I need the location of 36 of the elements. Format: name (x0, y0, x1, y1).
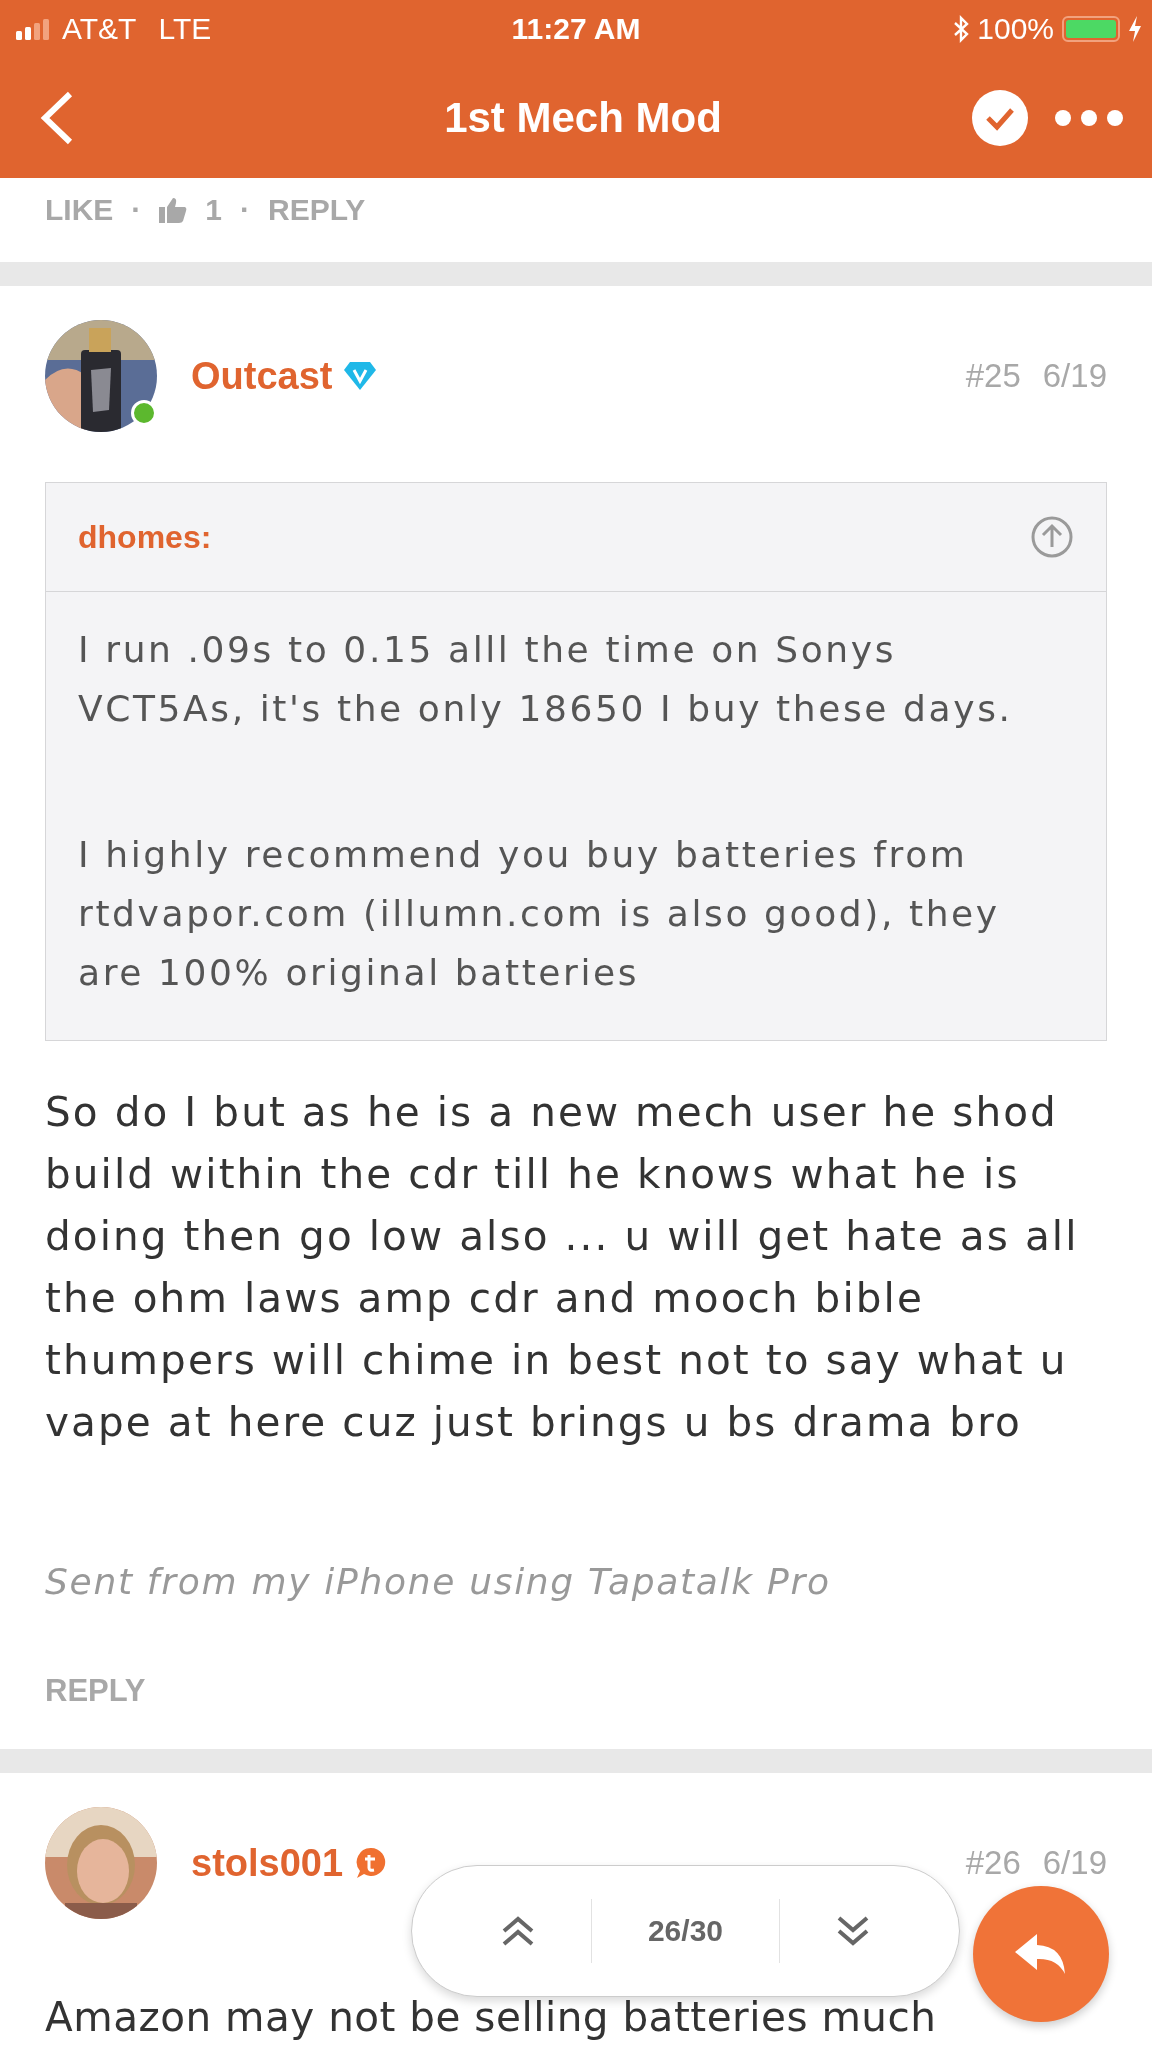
reply-link[interactable]: REPLY (45, 1673, 146, 1709)
separator-dot: · (240, 193, 251, 227)
signature-text: Sent from my iPhone using Tapatalk Pro (45, 1561, 832, 1602)
bluetooth-icon (953, 15, 970, 43)
back-icon[interactable] (40, 91, 74, 145)
check-icon[interactable] (972, 90, 1028, 146)
like-link[interactable]: LIKE (45, 193, 114, 227)
reply-button[interactable] (973, 1886, 1109, 2022)
thumbs-up-icon (159, 197, 188, 223)
carrier-text: AT&T (62, 12, 137, 46)
thread-title: 1st Mech Mod (443, 94, 723, 142)
post-number: #25 (965, 357, 1021, 395)
quote-text: I run .09s to 0.15 alll the time on Sonys VCT5As, it's the only 18650 I buy these days. (78, 628, 1014, 731)
post-text: So do I but as he is a new mech user he shod build within the cdr till he knows what he is doing then go low also ... u will get hate as all the ohm laws amp cdr and mooch bible thumpers will chime in best not to say what u vape at here cuz just brings u bs drama bro (45, 1087, 1080, 1448)
reply-arrow-icon (1015, 1934, 1067, 1974)
post-date: 6/19 (1042, 357, 1107, 395)
author-name[interactable]: stols001 (191, 1841, 344, 1885)
post-text: Amazon may not be selling batteries much (45, 1995, 938, 2039)
network-text: LTE (158, 12, 212, 46)
charging-icon (1128, 16, 1142, 42)
diamond-badge-icon (344, 362, 377, 390)
battery-icon (1062, 16, 1120, 42)
arrow-up-icon[interactable] (1030, 515, 1074, 559)
author-name[interactable]: Outcast (191, 354, 333, 398)
post-date: 6/19 (1042, 1844, 1107, 1882)
post-number: #26 (965, 1844, 1021, 1882)
battery-percent: 100% (977, 12, 1054, 46)
quote-text: I highly recommend you buy batteries from rtdvapor.com (illumn.com is also good), they are 100% original batteries (78, 833, 1001, 995)
chat-badge-icon (355, 1847, 388, 1879)
status-time: 11:27 AM (510, 12, 642, 46)
page-position: 26/30 (647, 1914, 723, 1948)
like-count: 1 (205, 193, 223, 227)
more-icon[interactable] (1054, 109, 1124, 127)
separator-dot: · (131, 193, 142, 227)
reply-link[interactable]: REPLY (268, 193, 366, 227)
quote-author: dhomes: (78, 518, 212, 556)
